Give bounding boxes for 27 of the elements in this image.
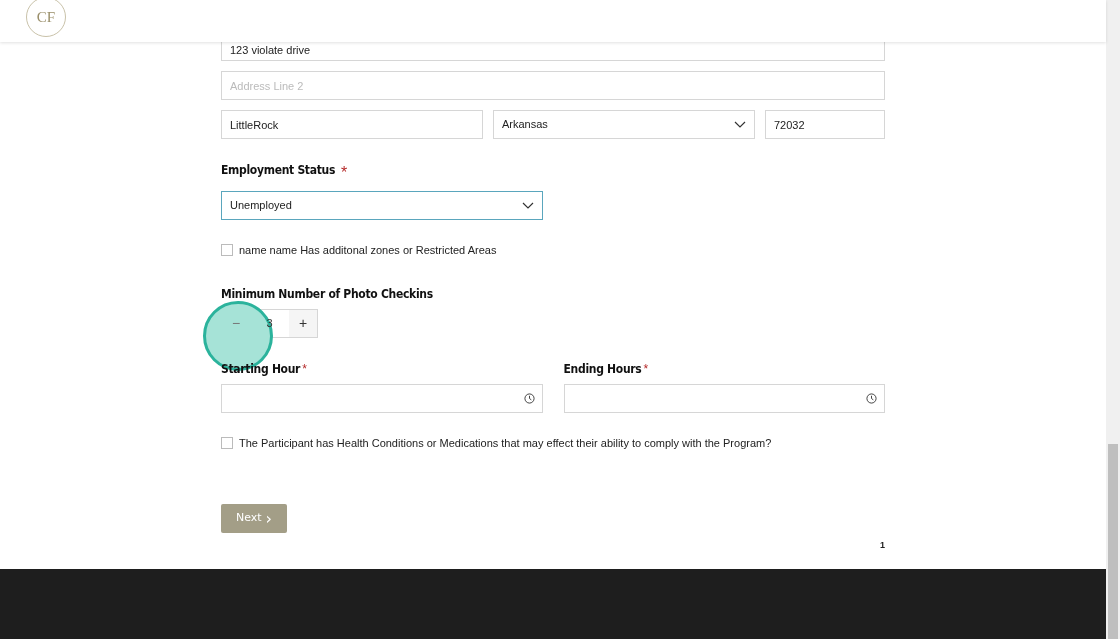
zip-field[interactable]: 72032 [765, 110, 885, 139]
increment-button[interactable]: + [289, 309, 317, 337]
checkbox[interactable] [221, 244, 233, 257]
time-field[interactable] [563, 383, 885, 413]
state-dropdown[interactable]: Arkansas [493, 110, 755, 139]
required-asterisk: * [302, 360, 307, 378]
scrollbar[interactable] [1106, 0, 1120, 639]
field-label: Employment Status [221, 162, 336, 179]
stepper-value: 3 [265, 315, 274, 331]
clock-icon [866, 392, 877, 404]
checkbox-label: The Participant has Health Conditions or Medications that may effect their ability to comply with the Program? [239, 435, 772, 451]
checkbox-label: name name Has additonal zones or Restricted Areas [239, 243, 497, 258]
field-label: Minimum Number of Photo Checkins [221, 285, 434, 303]
time-field[interactable] [221, 383, 543, 413]
checkbox[interactable] [221, 436, 233, 449]
chevron-down-icon [734, 120, 746, 129]
scrollbar-thumb[interactable] [1108, 444, 1118, 639]
city-field[interactable]: LittleRock [221, 110, 483, 139]
address-line-1-field[interactable]: 123 violate drive [221, 42, 885, 61]
chevron-down-icon [522, 201, 534, 210]
clock-icon [523, 392, 535, 404]
employment-status-dropdown[interactable]: Unemployed [221, 191, 543, 220]
address-line-2-field[interactable]: Address Line 2 [221, 71, 885, 100]
required-asterisk: * [643, 360, 649, 378]
required-asterisk: * [341, 163, 348, 183]
page-number: 1 [880, 539, 885, 552]
field-label: Ending Hours [563, 360, 642, 378]
